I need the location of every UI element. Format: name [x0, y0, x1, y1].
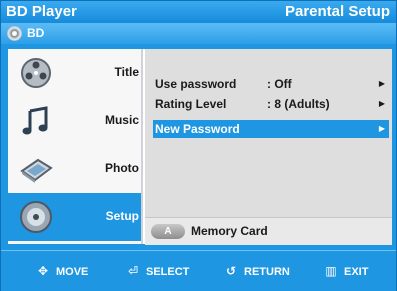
main-panel: Title Music Photo Setup Use password: O…: [8, 49, 392, 245]
exit-icon: ▥: [325, 264, 337, 278]
arrow-right-icon: ▶: [378, 99, 385, 108]
hint-exit: ▥ EXIT: [323, 263, 368, 279]
arrow-right-icon: ▶: [378, 79, 385, 88]
setting-label: Use password: [155, 77, 237, 91]
memory-card-bar: A Memory Card: [145, 217, 392, 245]
app-title: BD Player: [6, 3, 77, 20]
source-bar: BD: [1, 23, 396, 44]
return-icon: ↺: [225, 264, 237, 278]
hint-select: ⏎ SELECT: [125, 263, 189, 279]
title-bar: BD Player Parental Setup: [1, 1, 396, 23]
side-menu: Title Music Photo Setup: [8, 49, 143, 244]
hint-label: SELECT: [146, 266, 190, 278]
setup-disc-icon: [20, 201, 52, 233]
move-icon: ✥: [37, 264, 49, 278]
menu-item-label: Title: [114, 65, 139, 79]
hint-label: RETURN: [244, 266, 290, 278]
setting-label: New Password: [155, 122, 240, 136]
hint-return: ↺ RETURN: [223, 263, 290, 279]
menu-item-photo[interactable]: Photo: [8, 145, 141, 193]
menu-item-label: Setup: [105, 209, 139, 223]
setting-row-use-password[interactable]: Use password : Off ▶: [153, 75, 389, 93]
setting-value: : 8 (Adults): [267, 97, 330, 111]
setting-row-new-password[interactable]: New Password ▶: [153, 120, 389, 138]
setting-value: : Off: [267, 77, 292, 91]
settings-panel: Use password : Off ▶ Rating Level : 8 (A…: [145, 49, 392, 245]
menu-item-label: Music: [104, 113, 139, 127]
menu-item-title[interactable]: Title: [8, 49, 141, 97]
hint-label: MOVE: [56, 266, 89, 278]
hint-move: ✥ MOVE: [35, 263, 88, 279]
music-note-icon: [22, 106, 48, 135]
source-label: BD: [27, 26, 45, 40]
a-button[interactable]: A: [151, 224, 185, 239]
help-bar: ✥ MOVE ⏎ SELECT ↺ RETURN ▥ EXIT: [1, 250, 396, 291]
film-reel-icon: [21, 58, 51, 88]
photo-icon: [20, 158, 53, 183]
menu-item-setup[interactable]: Setup: [8, 193, 141, 241]
setting-label: Rating Level: [155, 97, 227, 111]
menu-item-label: Photo: [105, 161, 139, 175]
menu-item-music[interactable]: Music: [8, 97, 141, 145]
page-title: Parental Setup: [284, 3, 390, 20]
setting-row-rating-level[interactable]: Rating Level : 8 (Adults) ▶: [153, 95, 389, 113]
hint-label: EXIT: [344, 266, 369, 278]
disc-icon: [7, 26, 22, 41]
arrow-right-icon: ▶: [378, 124, 385, 133]
player-window: BD Player Parental Setup BD Title Music …: [0, 0, 397, 291]
select-icon: ⏎: [127, 264, 139, 278]
memory-card-label: Memory Card: [191, 224, 268, 238]
